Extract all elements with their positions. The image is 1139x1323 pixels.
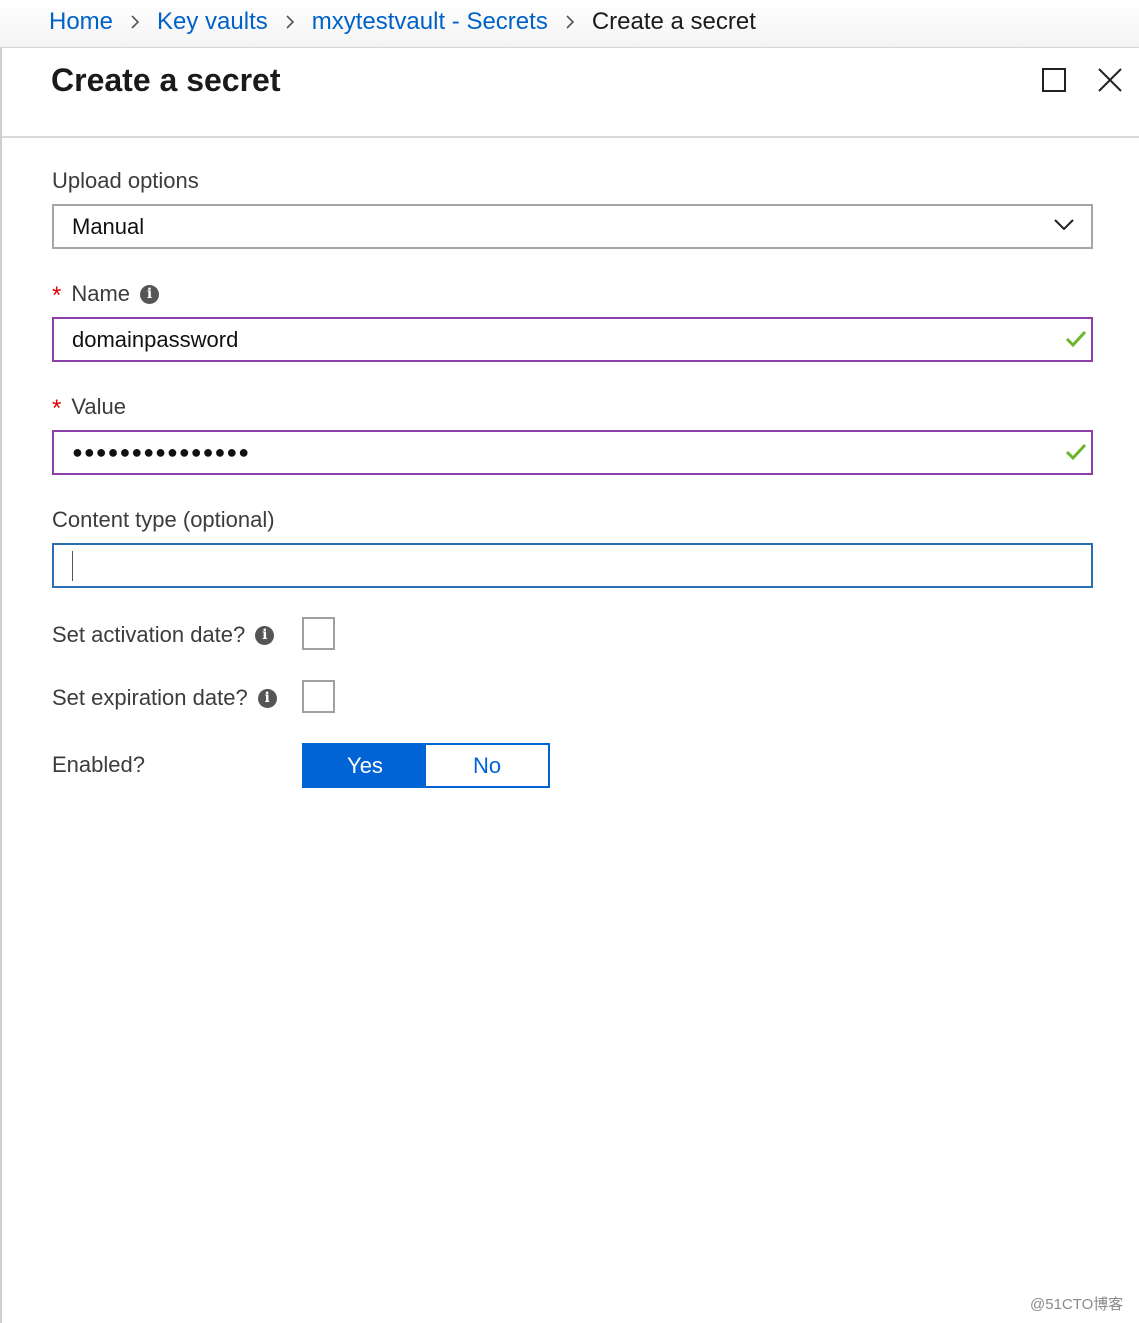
upload-options-label: Upload options [52,168,199,193]
upload-options-dropdown[interactable]: Manual [52,204,1093,249]
breadcrumb-key-vaults-link[interactable]: Key vaults [157,8,268,36]
expiration-date-checkbox[interactable] [302,680,335,713]
checkmark-icon [1065,443,1087,461]
create-secret-blade: Create a secret Upload options Manual * … [0,48,1139,1323]
activation-date-label-row: Set activation date? i [52,622,275,648]
chevron-right-icon [548,14,592,30]
top-bar: Home Key vaults mxytestvault - Secrets C… [0,0,1139,48]
upload-options-value: Manual [72,213,145,239]
value-password-input[interactable]: ●●●●●●●●●●●●●●● [52,430,1093,475]
page-title: Create a secret [51,62,281,98]
breadcrumb-secrets-link[interactable]: mxytestvault - Secrets [312,8,548,36]
activation-date-label: Set activation date? [52,622,246,647]
close-button[interactable] [1094,64,1126,96]
info-icon[interactable]: i [257,688,277,708]
content-type-label: Content type (optional) [52,507,275,532]
chevron-down-icon [1054,219,1074,231]
expiration-date-label-row: Set expiration date? i [52,685,277,711]
content-type-input[interactable] [52,543,1093,588]
name-label: Name [71,281,131,306]
breadcrumb: Home Key vaults mxytestvault - Secrets C… [49,8,756,36]
blade-header: Create a secret [2,48,1139,138]
required-marker: * [52,395,62,422]
info-icon[interactable]: i [255,625,275,645]
text-cursor [72,550,73,581]
name-input[interactable]: domainpassword [52,317,1093,362]
value-label-row: * Value [52,394,126,422]
expiration-date-label: Set expiration date? [52,685,248,710]
enabled-yes-option[interactable]: Yes [304,745,426,786]
required-marker: * [52,282,62,309]
breadcrumb-home-link[interactable]: Home [49,8,113,36]
checkmark-icon [1065,330,1087,348]
name-input-value: domainpassword [72,326,239,352]
value-label: Value [71,394,126,419]
maximize-button[interactable] [1038,64,1070,96]
info-icon[interactable]: i [140,284,160,304]
chevron-right-icon [113,14,157,30]
chevron-right-icon [268,14,312,30]
breadcrumb-current: Create a secret [591,8,756,35]
name-label-row: * Name i [52,281,160,309]
close-icon [1098,68,1122,92]
enabled-toggle[interactable]: Yes No [302,743,550,788]
enabled-label: Enabled? [52,752,145,777]
masked-value: ●●●●●●●●●●●●●●● [72,442,251,462]
activation-date-checkbox[interactable] [302,617,335,650]
enabled-no-option[interactable]: No [426,745,548,786]
maximize-icon [1042,68,1066,92]
watermark: @51CTO博客 [1030,1296,1124,1313]
